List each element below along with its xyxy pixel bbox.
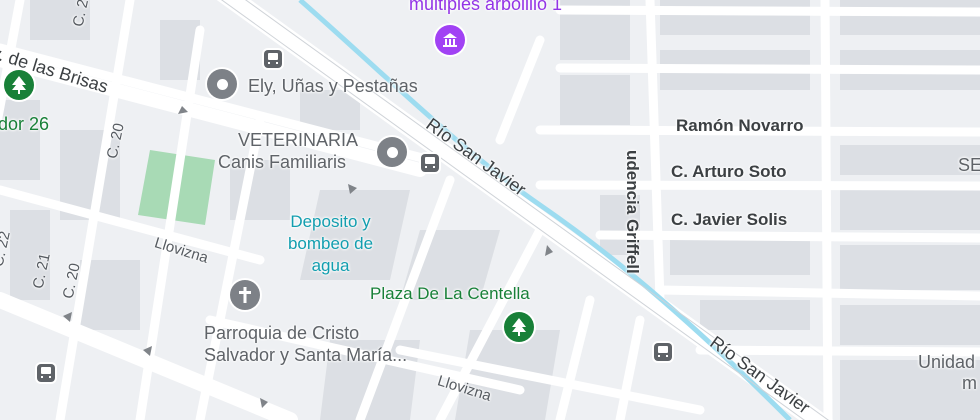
poi-label-ely[interactable]: Ely, Uñas y Pestañas: [248, 76, 418, 97]
poi-label-multiples-arbolillo[interactable]: multiples arbolillo 1: [409, 0, 562, 15]
map-canvas[interactable]: v. de las Brisas C. 23 C. 20 C. 22 C. 21…: [0, 0, 980, 420]
street-label-ramon-novarro: Ramón Novarro: [676, 116, 804, 135]
bus-stop-icon[interactable]: [654, 343, 672, 361]
park-icon-plaza[interactable]: [504, 312, 534, 342]
poi-label-unidad-line1[interactable]: Unidad: [918, 352, 975, 373]
street-label-javier-solis: C. Javier Solis: [671, 210, 788, 229]
landmark-icon[interactable]: [435, 25, 465, 55]
street-label-arturo-soto: C. Arturo Soto: [671, 162, 787, 181]
church-icon[interactable]: [230, 280, 260, 310]
poi-label-deposito[interactable]: Deposito y bombeo de agua: [283, 211, 378, 277]
bus-stop-icon[interactable]: [264, 50, 282, 68]
poi-label-veterinaria-line1[interactable]: VETERINARIA: [238, 130, 358, 151]
poi-label-dor26[interactable]: dor 26: [0, 114, 49, 135]
poi-label-parroquia-line1[interactable]: Parroquia de Cristo: [204, 323, 359, 344]
poi-label-se[interactable]: SE: [958, 155, 980, 176]
poi-label-plaza[interactable]: Plaza De La Centella: [370, 284, 530, 304]
poi-label-unidad-line2[interactable]: m: [962, 373, 977, 394]
vet-icon[interactable]: [377, 137, 407, 167]
street-label-griffell: udencia Griffell: [623, 150, 642, 274]
poi-label-veterinaria-line2[interactable]: Canis Familiaris: [218, 152, 346, 173]
bus-stop-icon[interactable]: [421, 154, 439, 172]
bus-stop-icon[interactable]: [37, 364, 55, 382]
shop-icon[interactable]: [207, 69, 237, 99]
park-icon[interactable]: [4, 70, 34, 100]
poi-label-parroquia-line2[interactable]: Salvador y Santa María...: [204, 345, 407, 366]
map-base: [0, 0, 980, 420]
